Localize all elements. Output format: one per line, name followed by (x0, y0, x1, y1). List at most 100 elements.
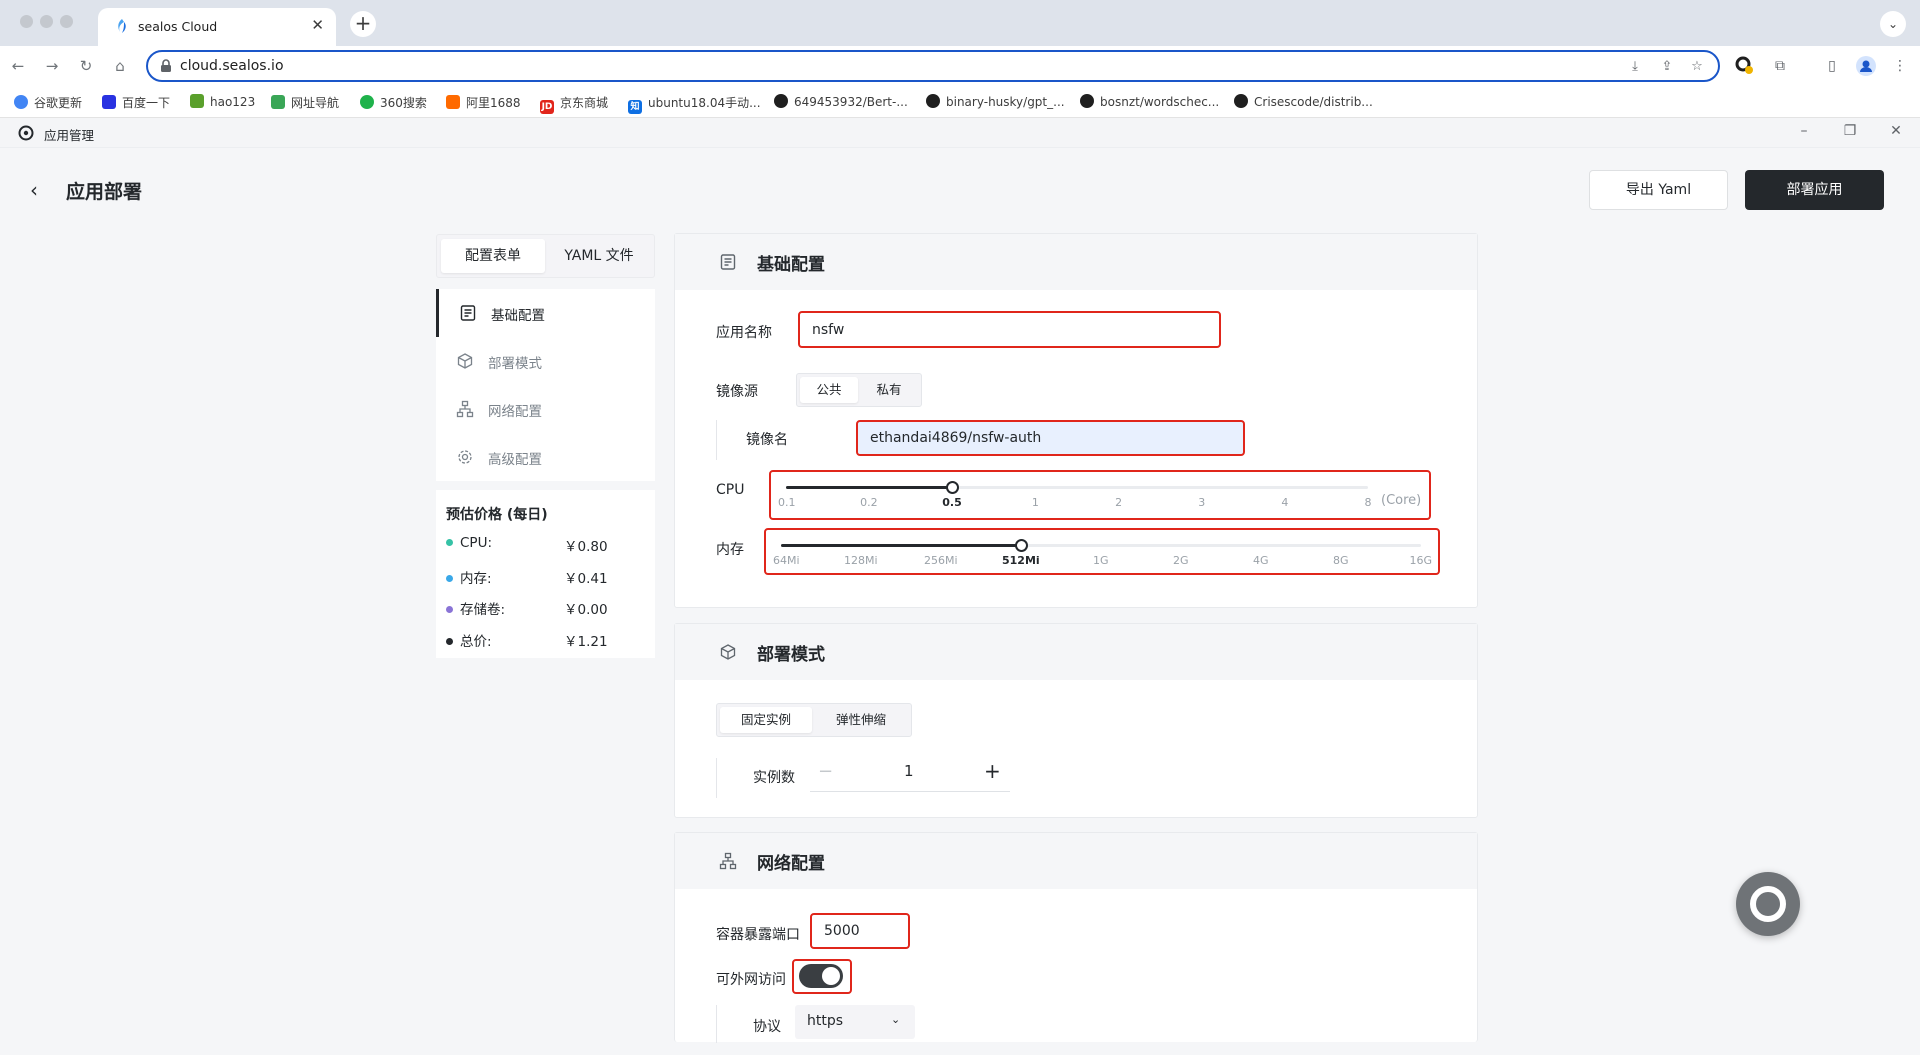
total-dot-icon (446, 638, 453, 645)
side-panel-icon[interactable]: ▯ (1822, 56, 1842, 76)
slider-tick-label[interactable]: 8G (1333, 554, 1349, 567)
bookmark-item[interactable]: 649453932/Bert-... (774, 94, 908, 109)
protocol-select[interactable]: https ⌄ (795, 1005, 915, 1039)
bookmark-item[interactable]: 360搜索 (360, 94, 427, 111)
slider-tick-label[interactable]: 1 (1032, 496, 1039, 509)
bookmark-item[interactable]: Crisescode/distrib... (1234, 94, 1373, 109)
floating-assistant-button[interactable] (1736, 872, 1800, 936)
image-source-private[interactable]: 私有 (860, 377, 918, 403)
window-minimize-dot[interactable] (40, 15, 53, 28)
price-title: 预估价格 (每日) (446, 507, 548, 523)
slider-tick-label[interactable]: 2G (1173, 554, 1189, 567)
cpu-slider-thumb[interactable] (946, 481, 960, 494)
new-tab-button[interactable]: + (350, 11, 376, 37)
slider-tick-label[interactable]: 2 (1115, 496, 1122, 509)
slider-tick-label[interactable]: 16G (1410, 554, 1433, 567)
profile-avatar-icon[interactable] (1856, 56, 1876, 76)
nav-item-basic-config[interactable]: 基础配置 (436, 289, 655, 337)
bookmark-item[interactable]: 网址导航 (271, 94, 339, 111)
address-bar[interactable]: cloud.sealos.io ⤓ ⇪ ☆ (146, 50, 1720, 82)
tab-search-chevron-icon[interactable]: ⌄ (1880, 11, 1906, 37)
memory-label: 内存 (716, 542, 744, 558)
bookmark-star-icon[interactable]: ☆ (1688, 58, 1706, 76)
port-value: 5000 (824, 923, 860, 939)
price-label: 总价: (460, 634, 492, 650)
gear-icon (458, 450, 472, 464)
slider-tick-label[interactable]: 128Mi (844, 554, 878, 567)
back-chevron-icon[interactable]: ‹ (30, 178, 38, 202)
bookmark-label: Crisescode/distrib... (1254, 95, 1373, 109)
bookmark-item[interactable]: 百度一下 (102, 94, 170, 111)
instances-stepper[interactable]: − 1 + (810, 752, 1010, 792)
cpu-slider[interactable]: 0.1 0.2 0.5 1 2 3 4 8 (Core) (769, 470, 1431, 520)
card-header: 基础配置 (675, 234, 1477, 290)
memory-slider[interactable]: 64Mi 128Mi 256Mi 512Mi 1G 2G 4G 8G 16G (764, 528, 1440, 575)
slider-tick-label[interactable]: 1G (1093, 554, 1109, 567)
slider-tick-label[interactable]: 0.2 (860, 496, 878, 509)
mode-autoscaling[interactable]: 弹性伸缩 (815, 707, 907, 733)
bookmark-item[interactable]: bosnzt/wordschec... (1080, 94, 1219, 109)
slider-tick-label[interactable]: 4 (1281, 496, 1288, 509)
slider-tick-label[interactable]: 8 (1365, 496, 1372, 509)
tab-yaml-file[interactable]: YAML 文件 (547, 239, 651, 273)
back-arrow-icon[interactable]: ← (6, 54, 30, 78)
instances-value[interactable]: 1 (904, 762, 914, 780)
slider-tick-label[interactable]: 0.5 (942, 496, 962, 509)
bookmark-label: bosnzt/wordschec... (1100, 95, 1220, 109)
extension-icon[interactable] (1734, 56, 1754, 76)
nav-item-advanced-config[interactable]: 高级配置 (436, 433, 655, 481)
image-source-public[interactable]: 公共 (800, 377, 858, 403)
close-icon[interactable]: ✕ (1886, 123, 1906, 139)
app-name-input[interactable]: nsfw (798, 311, 1221, 348)
memory-slider-thumb[interactable] (1015, 539, 1028, 552)
bookmark-item[interactable]: JD 京东商城 (540, 94, 608, 114)
price-row-cpu: CPU: ￥0.80 (446, 535, 608, 555)
bookmark-favicon-icon (271, 95, 285, 109)
reload-icon[interactable]: ↻ (74, 54, 98, 78)
port-input[interactable]: 5000 (810, 913, 910, 949)
bookmark-item[interactable]: hao123 (190, 94, 255, 109)
slider-tick-label[interactable]: 64Mi (773, 554, 800, 567)
slider-tick-label[interactable]: 256Mi (924, 554, 958, 567)
restore-icon[interactable]: ❐ (1840, 123, 1860, 139)
bookmark-item[interactable]: binary-husky/gpt_... (926, 94, 1065, 109)
extensions-puzzle-icon[interactable]: ⧉ (1770, 56, 1790, 76)
nav-item-deploy-mode[interactable]: 部署模式 (436, 337, 655, 385)
export-yaml-button[interactable]: 导出 Yaml (1589, 170, 1728, 210)
tab-close-icon[interactable]: ✕ (311, 16, 324, 34)
nav-item-label: 高级配置 (488, 452, 542, 468)
window-zoom-dot[interactable] (60, 15, 73, 28)
bookmark-item[interactable]: 谷歌更新 (14, 94, 82, 111)
mode-fixed-instances[interactable]: 固定实例 (720, 707, 812, 733)
minimize-icon[interactable]: – (1794, 123, 1814, 139)
nav-item-network-config[interactable]: 网络配置 (436, 385, 655, 433)
increment-button[interactable]: + (984, 759, 1001, 783)
browser-tab[interactable]: sealos Cloud ✕ (98, 8, 336, 46)
install-app-icon[interactable]: ⤓ (1626, 58, 1644, 76)
app-window-title: 应用管理 (44, 128, 95, 143)
slider-tick-label[interactable]: 3 (1198, 496, 1205, 509)
browser-menu-icon[interactable]: ⋮ (1890, 56, 1910, 76)
config-mode-tabs: 配置表单 YAML 文件 (436, 234, 655, 278)
bookmark-label: 京东商城 (560, 96, 609, 110)
nav-item-label: 部署模式 (488, 356, 542, 372)
app-name-value: nsfw (812, 322, 845, 338)
forward-arrow-icon[interactable]: → (40, 54, 64, 78)
bookmark-favicon-icon (102, 95, 116, 109)
tab-config-form[interactable]: 配置表单 (441, 239, 545, 273)
price-row-total: 总价: ￥1.21 (446, 630, 608, 650)
window-close-dot[interactable] (20, 15, 33, 28)
public-access-toggle[interactable] (799, 964, 843, 988)
home-icon[interactable]: ⌂ (108, 54, 132, 78)
decrement-button[interactable]: − (818, 761, 833, 782)
slider-tick-label[interactable]: 512Mi (1002, 554, 1040, 567)
slider-tick-label[interactable]: 4G (1253, 554, 1269, 567)
app-management-gear-icon (18, 125, 34, 141)
bookmark-item[interactable]: 阿里1688 (446, 94, 521, 111)
image-name-input[interactable]: ethandai4869/nsfw-auth (856, 420, 1245, 456)
bookmark-item[interactable]: 知 ubuntu18.04手动... (628, 94, 761, 114)
indent-line (716, 758, 717, 798)
share-icon[interactable]: ⇪ (1658, 58, 1676, 76)
slider-tick-label[interactable]: 0.1 (778, 496, 796, 509)
deploy-app-button[interactable]: 部署应用 (1745, 170, 1884, 210)
